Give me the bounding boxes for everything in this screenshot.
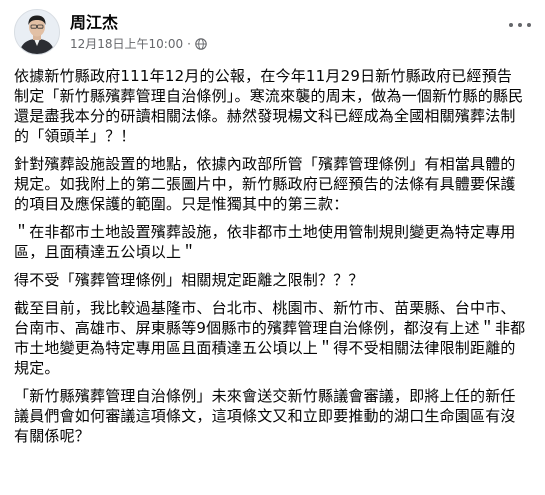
post-header: 周江杰 12月18日上午10:00 · (14, 6, 207, 58)
facebook-post: 周江杰 12月18日上午10:00 · 依據新竹縣政府111年12月的公報，在今… (0, 0, 545, 495)
post-meta: 周江杰 12月18日上午10:00 · (70, 13, 207, 52)
separator-dot: · (187, 36, 191, 51)
author-avatar[interactable] (14, 9, 60, 55)
post-body: 依據新竹縣政府111年12月的公報，在今年11月29日新竹縣政府已經預告制定「新… (14, 66, 526, 454)
post-paragraph: 得不受「殯葬管理條例」相關規定距離之限制？？？ (14, 271, 364, 289)
post-timestamp[interactable]: 12月18日上午10:00 (70, 36, 183, 52)
post-paragraph: 針對殯葬設施設置的地點，依據內政部所管「殯葬管理條例」有相當具體的規定。如我附上… (14, 155, 516, 213)
post-paragraph: ＂在非都市土地設置殯葬設施，依非都市土地使用管制規則變更為特定專用區，且面積達五… (14, 223, 516, 261)
post-paragraph: 依據新竹縣政府111年12月的公報，在今年11月29日新竹縣政府已經預告制定「新… (14, 67, 524, 145)
post-paragraph: 截至目前，我比較過基隆市、台北市、桃園市、新竹市、苗栗縣、台中市、台南市、高雄市… (14, 299, 526, 377)
more-options-icon[interactable] (509, 18, 531, 32)
post-subline: 12月18日上午10:00 · (70, 36, 207, 52)
author-name[interactable]: 周江杰 (70, 13, 207, 33)
globe-icon[interactable] (195, 37, 207, 50)
post-paragraph: 「新竹縣殯葬管理自治條例」未來會送交新竹縣議會審議，即將上任的新任議員們會如何審… (14, 387, 516, 445)
